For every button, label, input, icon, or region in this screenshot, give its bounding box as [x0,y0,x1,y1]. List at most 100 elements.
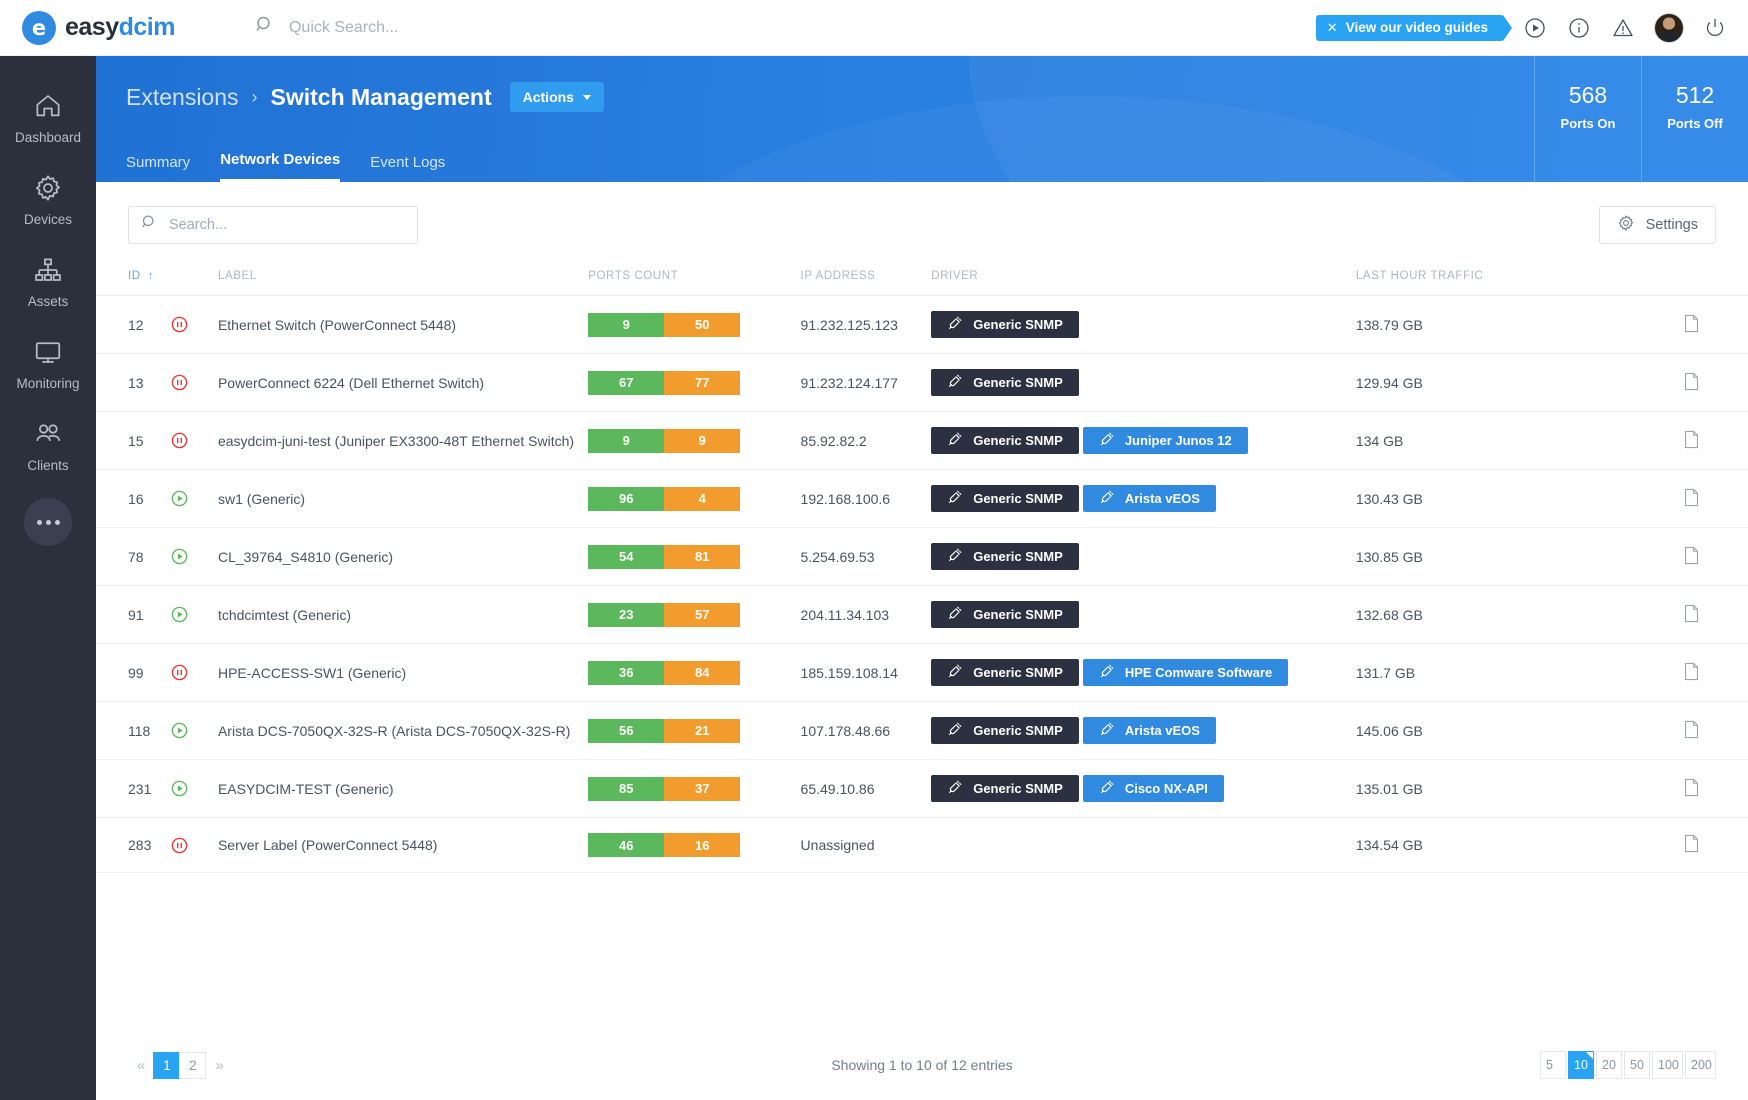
video-guides-banner[interactable]: ✕ View our video guides [1315,14,1513,41]
status-running-icon[interactable] [170,547,218,566]
sidebar-item-monitoring[interactable]: Monitoring [0,322,96,404]
column-header-ip-address[interactable]: IP ADDRESS [800,270,932,296]
note-icon[interactable] [1683,834,1748,856]
pagination-page-2[interactable]: 2 [179,1051,207,1079]
driver-badge[interactable]: Generic SNMP [931,543,1079,570]
actions-button[interactable]: Actions [509,82,604,112]
note-icon[interactable] [1683,604,1748,626]
status-running-icon[interactable] [170,779,218,798]
cell-actions[interactable] [1682,527,1748,586]
driver-badge[interactable]: Arista vEOS [1082,485,1216,512]
cell-status[interactable] [170,759,218,818]
note-icon[interactable] [1683,372,1748,394]
status-running-icon[interactable] [170,721,218,740]
page-size-100[interactable]: 100 [1652,1051,1683,1079]
driver-badge[interactable]: Cisco NX-API [1082,775,1224,802]
sidebar-item-assets[interactable]: Assets [0,240,96,322]
cell-actions[interactable] [1682,469,1748,528]
driver-badge[interactable]: Generic SNMP [931,775,1079,802]
cell-label[interactable]: PowerConnect 6224 (Dell Ethernet Switch) [217,353,589,412]
cell-actions[interactable] [1682,585,1748,644]
cell-actions[interactable] [1682,817,1748,873]
cell-status[interactable] [170,411,218,470]
settings-button[interactable]: Settings [1598,206,1716,244]
breadcrumb-parent[interactable]: Extensions [126,84,239,111]
driver-badge[interactable]: Generic SNMP [931,717,1079,744]
table-row[interactable]: 78 CL_39764_S4810 (Generic) 54 81 5.254.69.5… [96,527,1748,586]
cell-label[interactable]: Arista DCS-7050QX-32S-R (Arista DCS-7050… [217,701,589,760]
status-paused-icon[interactable] [170,836,218,855]
cell-status[interactable] [170,527,218,586]
page-size-50[interactable]: 50 [1624,1051,1650,1079]
status-paused-icon[interactable] [170,431,218,450]
driver-badge[interactable]: Generic SNMP [931,427,1079,454]
table-row[interactable]: 231 EASYDCIM-TEST (Generic) 85 37 65.49.10.8… [96,759,1748,818]
driver-badge[interactable]: Juniper Junos 12 [1082,427,1248,454]
cell-label[interactable]: Ethernet Switch (PowerConnect 5448) [217,295,589,354]
pagination-page-1[interactable]: 1 [153,1051,181,1079]
cell-actions[interactable] [1682,643,1748,702]
cell-label[interactable]: sw1 (Generic) [217,469,589,528]
driver-badge[interactable]: Generic SNMP [931,659,1079,686]
quick-search[interactable] [255,15,709,40]
note-icon[interactable] [1683,720,1748,742]
cell-actions[interactable] [1682,759,1748,818]
note-icon[interactable] [1683,778,1748,800]
sidebar-item-devices[interactable]: Devices [0,158,96,240]
cell-label[interactable]: EASYDCIM-TEST (Generic) [217,759,589,818]
page-size-10[interactable]: 10 [1568,1051,1594,1079]
column-header-last-hour-traffic[interactable]: LAST HOUR TRAFFIC [1355,270,1683,296]
cell-label[interactable]: HPE-ACCESS-SW1 (Generic) [217,643,589,702]
status-paused-icon[interactable] [170,373,218,392]
page-size-20[interactable]: 20 [1596,1051,1622,1079]
avatar[interactable] [1654,12,1684,43]
table-row[interactable]: 16 sw1 (Generic) 96 4 192.168.100.6 Generic S… [96,469,1748,528]
status-running-icon[interactable] [170,605,218,624]
cell-status[interactable] [170,585,218,644]
tab-event-logs[interactable]: Event Logs [370,154,445,182]
note-icon[interactable] [1683,314,1748,336]
driver-badge[interactable]: Generic SNMP [931,485,1079,512]
status-paused-icon[interactable] [170,315,218,334]
pagination-next[interactable]: » [206,1057,232,1074]
tab-summary[interactable]: Summary [126,154,190,182]
page-size-5[interactable]: 5 [1540,1051,1566,1079]
cell-status[interactable] [170,353,218,412]
cell-label[interactable]: CL_39764_S4810 (Generic) [217,527,589,586]
search-box[interactable] [128,206,418,244]
table-row[interactable]: 91 tchdcimtest (Generic) 23 57 204.11.34.103… [96,585,1748,644]
cell-status[interactable] [170,295,218,354]
column-header-driver[interactable]: DRIVER [931,270,1356,296]
sidebar-item-clients[interactable]: Clients [0,404,96,486]
power-icon[interactable] [1702,15,1728,41]
note-icon[interactable] [1683,488,1748,510]
status-running-icon[interactable] [170,489,218,508]
cell-label[interactable]: easydcim-juni-test (Juniper EX3300-48T E… [217,411,589,470]
column-header-id[interactable]: ID ↑ [96,270,171,296]
search-input[interactable] [169,217,405,233]
cell-actions[interactable] [1682,411,1748,470]
cell-actions[interactable] [1682,295,1748,354]
table-row[interactable]: 12 Ethernet Switch (PowerConnect 5448) 9 50… [96,295,1748,354]
table-row[interactable]: 118 Arista DCS-7050QX-32S-R (Arista DCS-7… [96,701,1748,760]
cell-actions[interactable] [1682,701,1748,760]
driver-badge[interactable]: Generic SNMP [931,601,1079,628]
table-row[interactable]: 15 easydcim-juni-test (Juniper EX3300-48T… [96,411,1748,470]
cell-status[interactable] [170,817,218,873]
driver-badge[interactable]: HPE Comware Software [1082,659,1289,686]
page-size-200[interactable]: 200 [1685,1051,1716,1079]
app-logo[interactable]: e easydcim [22,10,175,45]
sidebar-more-button[interactable] [24,498,72,546]
sidebar-item-dashboard[interactable]: Dashboard [0,76,96,158]
table-row[interactable]: 283 Server Label (PowerConnect 5448) 46 16 U… [96,817,1748,873]
play-circle-icon[interactable] [1522,15,1548,41]
driver-badge[interactable]: Arista vEOS [1082,717,1216,744]
quick-search-input[interactable] [288,18,709,37]
note-icon[interactable] [1683,546,1748,568]
cell-status[interactable] [170,701,218,760]
column-header-ports-count[interactable]: PORTS COUNT [588,270,801,296]
cell-label[interactable]: tchdcimtest (Generic) [217,585,589,644]
table-row[interactable]: 99 HPE-ACCESS-SW1 (Generic) 36 84 185.159.10… [96,643,1748,702]
tab-network-devices[interactable]: Network Devices [220,151,341,182]
note-icon[interactable] [1683,662,1748,684]
